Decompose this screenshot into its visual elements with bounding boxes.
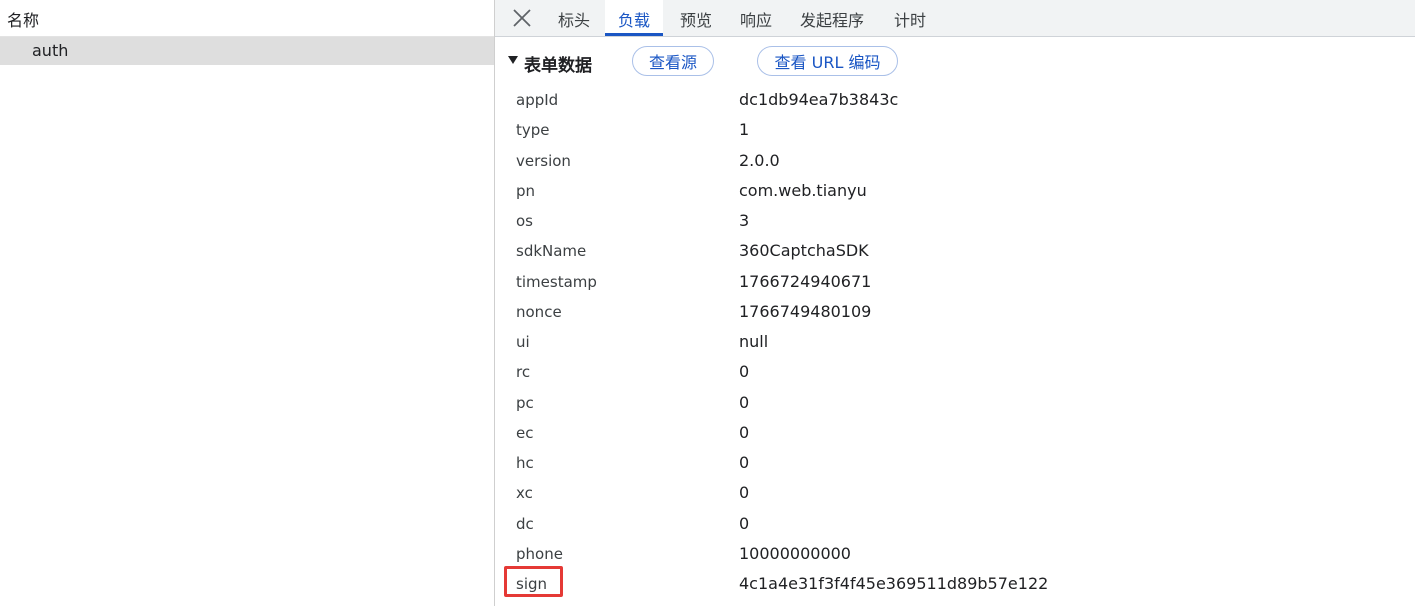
view-url-encoded-button[interactable]: 查看 URL 编码 (757, 46, 898, 76)
form-row-rc: rc 0 (495, 357, 1415, 387)
form-value: com.web.tianyu (739, 181, 867, 200)
form-key: xc (516, 484, 533, 502)
form-key: type (516, 121, 550, 139)
form-key: pc (516, 394, 534, 412)
form-key: ui (516, 333, 530, 351)
form-row-timestamp: timestamp 1766724940671 (495, 267, 1415, 297)
form-key: os (516, 212, 533, 230)
form-value: 0 (739, 514, 750, 533)
form-row-ui: ui null (495, 327, 1415, 357)
form-row-dc: dc 0 (495, 509, 1415, 539)
triangle-down-icon[interactable] (508, 56, 518, 64)
form-key: pn (516, 182, 536, 200)
form-key: nonce (516, 303, 562, 321)
form-key: sdkName (516, 242, 587, 260)
form-row-phone: phone 10000000000 (495, 539, 1415, 569)
tab-payload[interactable]: 负载 (605, 0, 664, 36)
tab-headers[interactable]: 标头 (558, 0, 590, 36)
form-row-pc: pc 0 (495, 388, 1415, 418)
request-row-auth[interactable]: auth (0, 37, 494, 65)
form-row-sign: sign 4c1a4e31f3f4f45e369511d89b57e122 (495, 566, 1415, 599)
form-value: 0 (739, 362, 750, 381)
form-value: 0 (739, 423, 750, 442)
form-value: 1 (739, 120, 750, 139)
form-key: timestamp (516, 273, 597, 291)
form-key: version (516, 152, 571, 170)
form-key: phone (516, 545, 563, 563)
form-row-type: type 1 (495, 115, 1415, 145)
section-title: 表单数据 (524, 56, 592, 76)
form-row-version: version 2.0.0 (495, 146, 1415, 176)
request-name: auth (32, 41, 69, 60)
form-row-xc: xc 0 (495, 478, 1415, 508)
form-value: 3 (739, 211, 750, 230)
form-row-ec: ec 0 (495, 418, 1415, 448)
form-row-sdkname: sdkName 360CaptchaSDK (495, 236, 1415, 266)
tab-timing[interactable]: 计时 (894, 0, 926, 36)
form-value: 0 (739, 393, 750, 412)
form-key: appId (516, 91, 559, 109)
form-value: null (739, 332, 769, 351)
request-list-pane: 名称 auth (0, 0, 494, 606)
form-data-section-header[interactable]: 表单数据 查看源 查看 URL 编码 (495, 44, 1415, 80)
form-key: rc (516, 363, 531, 381)
form-value: 1766724940671 (739, 272, 872, 291)
view-source-button[interactable]: 查看源 (632, 46, 714, 76)
form-value: 10000000000 (739, 544, 851, 563)
form-key: hc (516, 454, 534, 472)
form-row-os: os 3 (495, 206, 1415, 236)
form-row-pn: pn com.web.tianyu (495, 176, 1415, 206)
form-row-appid: appId dc1db94ea7b3843c (495, 85, 1415, 115)
tab-response[interactable]: 响应 (740, 0, 772, 36)
form-row-hc: hc 0 (495, 448, 1415, 478)
form-value: dc1db94ea7b3843c (739, 90, 899, 109)
form-value: 4c1a4e31f3f4f45e369511d89b57e122 (739, 574, 1049, 593)
request-details-pane: 标头 负载 预览 响应 发起程序 计时 表单数据 查看源 查看 URL 编码 a… (495, 0, 1415, 606)
name-column-header[interactable]: 名称 (7, 7, 39, 31)
details-tab-bar: 标头 负载 预览 响应 发起程序 计时 (495, 0, 1415, 37)
form-key: ec (516, 424, 534, 442)
form-value: 2.0.0 (739, 151, 780, 170)
tab-preview[interactable]: 预览 (680, 0, 712, 36)
form-key: dc (516, 515, 534, 533)
close-icon (513, 9, 531, 27)
form-value: 360CaptchaSDK (739, 241, 869, 260)
form-value: 0 (739, 453, 750, 472)
form-key: sign (516, 575, 548, 593)
tab-initiator[interactable]: 发起程序 (800, 0, 864, 36)
form-row-nonce: nonce 1766749480109 (495, 297, 1415, 327)
form-value: 1766749480109 (739, 302, 872, 321)
close-button[interactable] (509, 6, 535, 30)
form-value: 0 (739, 483, 750, 502)
request-list-header[interactable]: 名称 (0, 0, 494, 37)
